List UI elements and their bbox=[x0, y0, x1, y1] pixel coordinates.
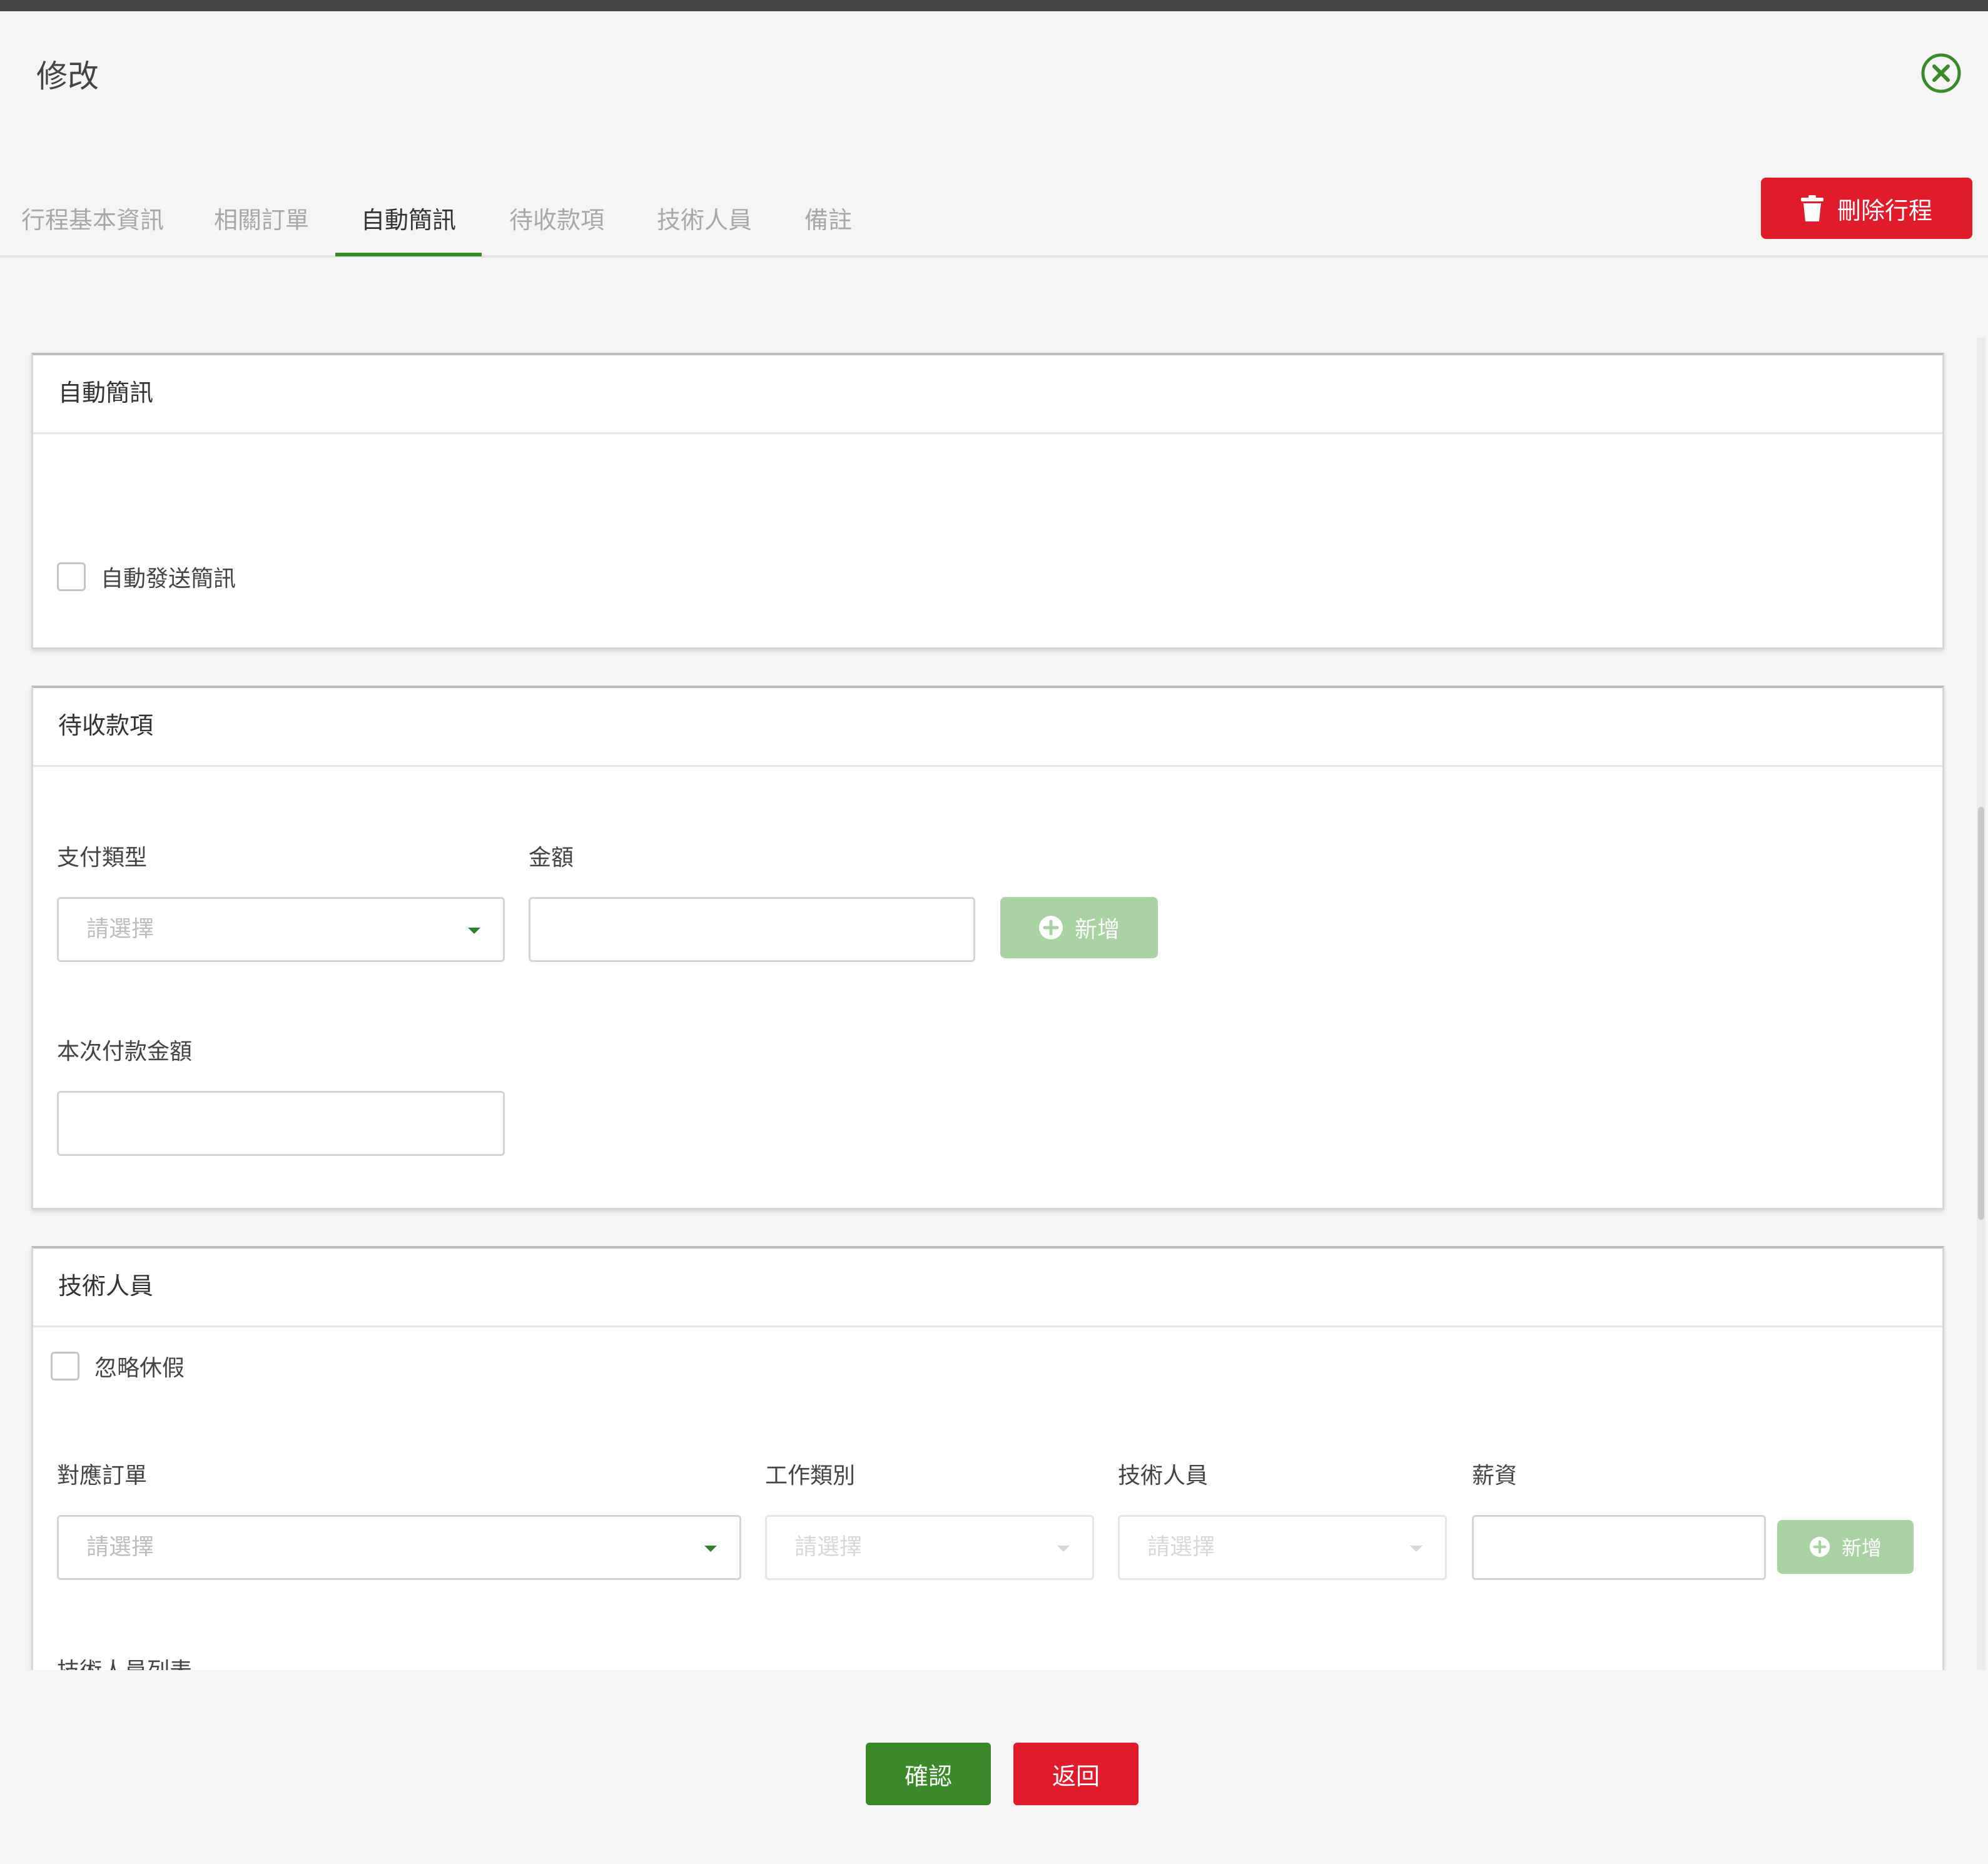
receivables-panel: 待收款項 支付類型 請選擇 金額 新增 本次付款金額 bbox=[31, 686, 1944, 1210]
add-technician-button[interactable]: 新增 bbox=[1777, 1520, 1914, 1574]
tab-notes[interactable]: 備註 bbox=[804, 200, 852, 253]
chevron-down-icon bbox=[1057, 1546, 1070, 1552]
job-type-label: 工作類別 bbox=[765, 1463, 856, 1489]
amount-input[interactable] bbox=[529, 897, 975, 962]
tab-technicians[interactable]: 技術人員 bbox=[657, 200, 752, 253]
tab-receivables[interactable]: 待收款項 bbox=[509, 200, 604, 253]
add-technician-label: 新增 bbox=[1841, 1536, 1882, 1560]
modal-title: 修改 bbox=[36, 58, 99, 94]
order-select[interactable]: 請選擇 bbox=[57, 1515, 741, 1580]
ignore-holiday-row: 忽略休假 bbox=[51, 1350, 185, 1382]
auto-sms-panel-title: 自動簡訊 bbox=[33, 355, 1942, 434]
technician-label: 技術人員 bbox=[1118, 1463, 1209, 1489]
ignore-holiday-checkbox[interactable] bbox=[51, 1352, 79, 1380]
this-payment-input[interactable] bbox=[57, 1091, 505, 1156]
technicians-panel-title: 技術人員 bbox=[33, 1249, 1942, 1327]
technicians-panel: 技術人員 忽略休假 對應訂單 請選擇 工作類別 請選擇 技術人員 請選擇 薪資 bbox=[31, 1246, 1944, 1670]
job-type-select[interactable]: 請選擇 bbox=[765, 1515, 1094, 1580]
chevron-down-icon bbox=[1410, 1546, 1423, 1552]
receivables-panel-title: 待收款項 bbox=[33, 688, 1942, 767]
tab-bar: 行程基本資訊 相關訂單 自動簡訊 待收款項 技術人員 備註 bbox=[0, 188, 1988, 258]
this-payment-label: 本次付款金額 bbox=[57, 1039, 193, 1065]
payment-type-label: 支付類型 bbox=[57, 845, 148, 871]
amount-label: 金額 bbox=[529, 845, 574, 871]
payment-type-placeholder: 請選擇 bbox=[86, 916, 155, 942]
add-payment-button[interactable]: 新增 bbox=[1000, 897, 1158, 958]
delete-trip-button[interactable]: 刪除行程 bbox=[1761, 178, 1972, 239]
salary-input[interactable] bbox=[1472, 1515, 1766, 1580]
tab-auto-sms[interactable]: 自動簡訊 bbox=[335, 200, 482, 256]
chevron-down-icon bbox=[704, 1546, 717, 1552]
tab-related-orders[interactable]: 相關訂單 bbox=[214, 200, 309, 253]
job-type-placeholder: 請選擇 bbox=[794, 1534, 863, 1560]
close-button[interactable] bbox=[1920, 53, 1962, 94]
payment-type-select[interactable]: 請選擇 bbox=[57, 897, 505, 962]
back-button[interactable]: 返回 bbox=[1013, 1743, 1139, 1805]
close-circle-icon bbox=[1921, 53, 1961, 93]
salary-label: 薪資 bbox=[1472, 1463, 1518, 1489]
chevron-down-icon bbox=[468, 928, 480, 934]
auto-send-sms-checkbox[interactable] bbox=[57, 562, 86, 591]
confirm-button[interactable]: 確認 bbox=[866, 1743, 991, 1805]
trash-icon bbox=[1800, 195, 1823, 221]
delete-trip-label: 刪除行程 bbox=[1837, 196, 1932, 225]
auto-send-sms-label: 自動發送簡訊 bbox=[101, 566, 236, 592]
order-label: 對應訂單 bbox=[57, 1463, 148, 1489]
tab-trip-basic-info[interactable]: 行程基本資訊 bbox=[21, 200, 164, 253]
technician-placeholder: 請選擇 bbox=[1147, 1534, 1215, 1560]
plus-circle-icon bbox=[1038, 916, 1063, 940]
ignore-holiday-label: 忽略休假 bbox=[94, 1355, 185, 1381]
auto-sms-panel: 自動簡訊 自動發送簡訊 bbox=[31, 353, 1944, 649]
auto-send-sms-row: 自動發送簡訊 bbox=[57, 560, 236, 593]
technician-list-label: 技術人員列表 bbox=[57, 1653, 192, 1670]
plus-circle-icon bbox=[1809, 1536, 1830, 1558]
technician-select[interactable]: 請選擇 bbox=[1118, 1515, 1447, 1580]
order-placeholder: 請選擇 bbox=[86, 1534, 155, 1560]
modal-content: 自動簡訊 自動發送簡訊 待收款項 支付類型 請選擇 金額 新增 本次付款金額 技… bbox=[0, 313, 1988, 1670]
add-payment-label: 新增 bbox=[1074, 917, 1120, 943]
top-bar bbox=[0, 0, 1988, 11]
